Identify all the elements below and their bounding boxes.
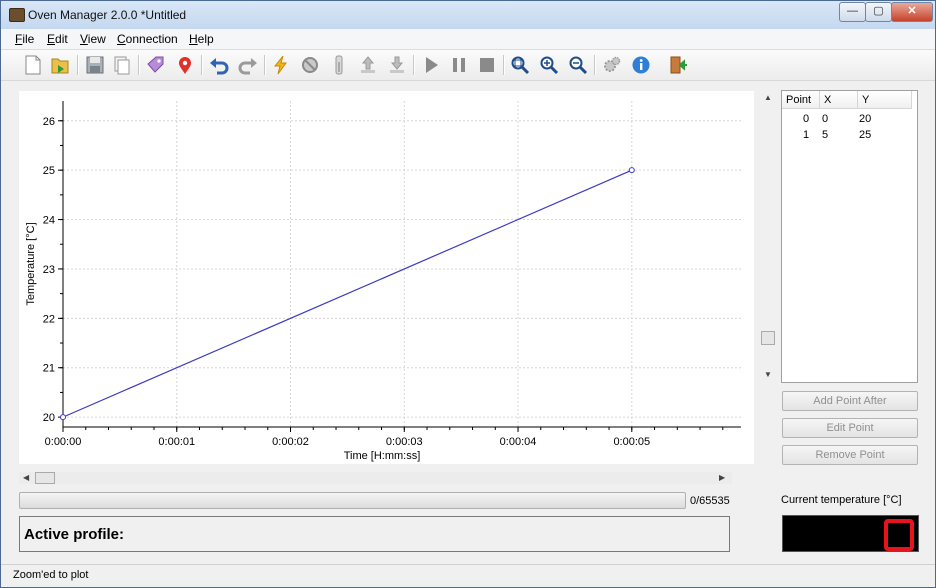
horizontal-scroll-thumb[interactable] bbox=[35, 472, 55, 484]
y-tick-label: 26 bbox=[43, 116, 55, 128]
zoom-fit-icon[interactable] bbox=[508, 53, 532, 77]
copy-icon[interactable] bbox=[110, 53, 134, 77]
location-pin-icon[interactable] bbox=[173, 53, 197, 77]
cell-x: 0 bbox=[822, 113, 829, 125]
cell-y: 20 bbox=[859, 113, 872, 125]
title-bar: Oven Manager 2.0.0 *Untitled — ▢ ✕ bbox=[1, 1, 935, 29]
cell-point: 0 bbox=[803, 113, 810, 125]
tag-icon[interactable] bbox=[144, 53, 168, 77]
cell-y: 25 bbox=[859, 129, 872, 141]
y-tick-label: 21 bbox=[43, 363, 55, 375]
save-icon[interactable] bbox=[83, 53, 107, 77]
x-axis-label: Time [H:mm:ss] bbox=[344, 450, 421, 462]
y-tick-label: 24 bbox=[43, 215, 55, 227]
app-icon bbox=[9, 8, 25, 22]
minimize-button[interactable]: — bbox=[839, 2, 866, 22]
column-header-point[interactable]: Point bbox=[782, 91, 820, 109]
cell-x: 5 bbox=[822, 129, 829, 141]
x-tick-label: 0:00:01 bbox=[158, 436, 195, 448]
zoom-out-icon[interactable] bbox=[566, 53, 590, 77]
undo-icon[interactable] bbox=[207, 53, 231, 77]
new-file-icon[interactable] bbox=[21, 53, 45, 77]
close-button[interactable]: ✕ bbox=[891, 2, 933, 22]
x-tick-label: 0:00:05 bbox=[613, 436, 650, 448]
y-tick-label: 20 bbox=[43, 412, 55, 424]
scroll-left-arrow-icon[interactable]: ◀ bbox=[23, 473, 29, 482]
toolbar bbox=[1, 50, 935, 81]
y-tick-label: 22 bbox=[43, 313, 55, 325]
open-file-icon[interactable] bbox=[48, 53, 72, 77]
x-tick-label: 0:00:02 bbox=[272, 436, 309, 448]
data-point bbox=[628, 167, 635, 174]
thermometer-icon[interactable] bbox=[327, 53, 351, 77]
scroll-down-arrow-icon[interactable]: ▼ bbox=[764, 370, 772, 379]
edit-point-button[interactable]: Edit Point bbox=[782, 418, 918, 438]
y-axis-label: Temperature [°C] bbox=[25, 222, 37, 305]
x-tick-label: 0:00:04 bbox=[500, 436, 537, 448]
settings-icon[interactable] bbox=[600, 53, 624, 77]
y-tick-label: 25 bbox=[43, 165, 55, 177]
play-icon[interactable] bbox=[419, 53, 443, 77]
menu-view[interactable]: View bbox=[80, 32, 106, 46]
series-line bbox=[62, 169, 633, 418]
points-table[interactable]: Point X Y 0 0 20 1 5 25 bbox=[781, 90, 918, 383]
x-tick-label: 0:00:03 bbox=[386, 436, 423, 448]
column-header-y[interactable]: Y bbox=[858, 91, 912, 109]
exit-icon[interactable] bbox=[667, 53, 691, 77]
progress-text: 0/65535 bbox=[690, 495, 730, 507]
menu-bar: File Edit View Connection Help bbox=[1, 29, 935, 50]
data-point bbox=[60, 414, 66, 421]
download-icon[interactable] bbox=[385, 53, 409, 77]
add-point-after-button[interactable]: Add Point After bbox=[782, 391, 918, 411]
y-tick-label: 23 bbox=[43, 264, 55, 276]
horizontal-scrollbar[interactable]: ◀ ▶ bbox=[19, 472, 732, 484]
info-icon[interactable] bbox=[629, 53, 653, 77]
lightning-icon[interactable] bbox=[269, 53, 293, 77]
x-tick-label: 0:00:00 bbox=[45, 436, 82, 448]
maximize-button[interactable]: ▢ bbox=[865, 2, 892, 22]
temperature-display bbox=[782, 515, 919, 552]
status-bar: Zoom'ed to plot bbox=[1, 564, 935, 587]
menu-help[interactable]: Help bbox=[189, 32, 214, 46]
active-profile-box: Active profile: bbox=[19, 516, 730, 552]
menu-edit[interactable]: Edit bbox=[47, 32, 68, 46]
menu-file[interactable]: File bbox=[15, 32, 34, 46]
pause-icon[interactable] bbox=[447, 53, 471, 77]
zoom-in-icon[interactable] bbox=[537, 53, 561, 77]
lcd-digit bbox=[884, 519, 914, 551]
current-temperature-label: Current temperature [°C] bbox=[781, 494, 902, 506]
window-title: Oven Manager 2.0.0 *Untitled bbox=[28, 8, 187, 22]
scroll-up-arrow-icon[interactable]: ▲ bbox=[764, 93, 772, 102]
menu-connection[interactable]: Connection bbox=[117, 32, 178, 46]
temperature-profile-chart[interactable]: 20 21 22 23 24 25 26 0:00:00 0:00:01 0:00:02 0:00:… bbox=[19, 91, 754, 464]
status-text: Zoom'ed to plot bbox=[13, 569, 89, 581]
stop-circle-icon[interactable] bbox=[298, 53, 322, 77]
stop-icon[interactable] bbox=[475, 53, 499, 77]
cell-point: 1 bbox=[803, 129, 810, 141]
chart-svg[interactable]: 20 21 22 23 24 25 26 0:00:00 0:00:01 0:00:02 0:00:… bbox=[19, 91, 754, 464]
scroll-right-arrow-icon[interactable]: ▶ bbox=[719, 473, 725, 482]
upload-icon[interactable] bbox=[356, 53, 380, 77]
column-header-x[interactable]: X bbox=[820, 91, 858, 109]
remove-point-button[interactable]: Remove Point bbox=[782, 445, 918, 465]
app-window: Oven Manager 2.0.0 *Untitled — ▢ ✕ File … bbox=[0, 0, 936, 588]
progress-bar bbox=[19, 492, 686, 509]
vertical-scrollbar[interactable]: ▲ ▼ bbox=[761, 91, 775, 383]
redo-icon[interactable] bbox=[236, 53, 260, 77]
vertical-scroll-thumb[interactable] bbox=[761, 331, 775, 345]
active-profile-label: Active profile: bbox=[24, 526, 125, 543]
